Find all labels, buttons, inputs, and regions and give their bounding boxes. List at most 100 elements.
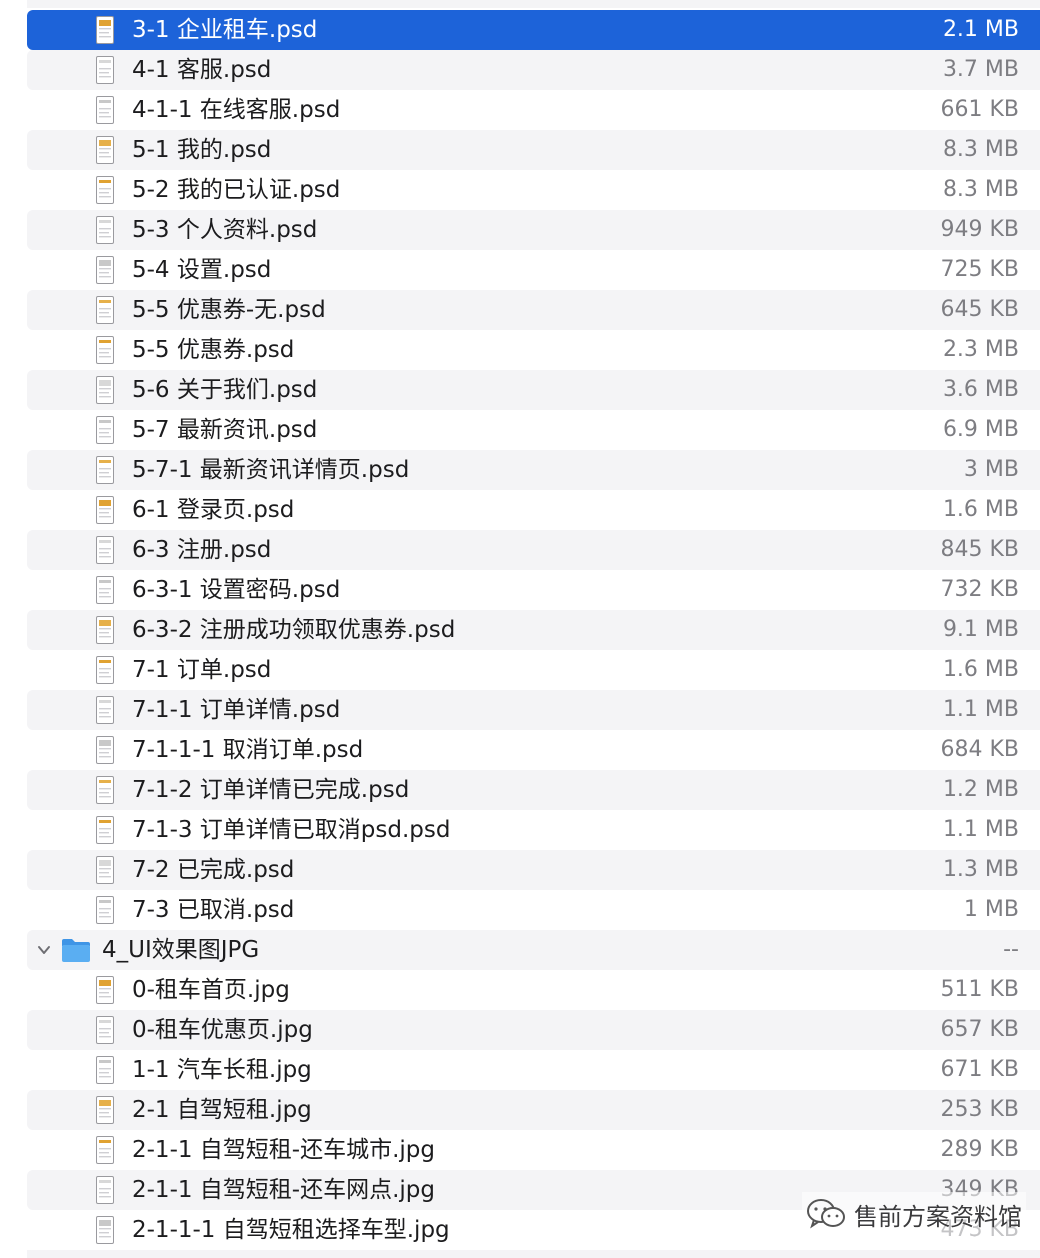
psd-file-icon	[96, 336, 114, 364]
file-name: 2-1-1 自驾短租-还车网点.jpg	[132, 1177, 436, 1203]
file-row[interactable]: 5-5 优惠券.psd 2.3 MB	[27, 330, 1040, 370]
file-size: 8.3 MB	[942, 177, 1019, 202]
file-name: 2-1 自驾短租.jpg	[132, 1097, 312, 1123]
jpg-file-icon	[96, 1216, 114, 1244]
file-size: 949 KB	[940, 217, 1019, 242]
psd-file-icon	[96, 296, 114, 324]
file-size: 1.1 MB	[942, 697, 1019, 722]
psd-file-icon	[96, 776, 114, 804]
jpg-file-icon	[96, 1176, 114, 1204]
file-name: 7-1-1-1 取消订单.psd	[132, 737, 364, 763]
row-edge	[27, 1250, 1040, 1258]
file-row[interactable]: 0-租车首页.jpg 511 KB	[27, 970, 1040, 1010]
file-row[interactable]: 6-3-2 注册成功领取优惠券.psd 9.1 MB	[27, 610, 1040, 650]
psd-file-icon	[96, 216, 114, 244]
file-row[interactable]: 5-7-1 最新资讯详情页.psd 3 MB	[27, 450, 1040, 490]
file-row[interactable]: 5-6 关于我们.psd 3.6 MB	[27, 370, 1040, 410]
file-row[interactable]: 7-1-1 订单详情.psd 1.1 MB	[27, 690, 1040, 730]
file-size: 2.3 MB	[942, 337, 1019, 362]
file-name: 6-3-2 注册成功领取优惠券.psd	[132, 617, 456, 643]
file-size: 725 KB	[940, 257, 1019, 282]
file-name: 2-1-1-1 自驾短租选择车型.jpg	[132, 1217, 450, 1243]
file-row[interactable]: 5-3 个人资料.psd 949 KB	[27, 210, 1040, 250]
file-name: 5-4 设置.psd	[132, 257, 272, 283]
psd-file-icon	[96, 656, 114, 684]
file-row[interactable]: 4-1 客服.psd 3.7 MB	[27, 50, 1040, 90]
watermark-text: 售前方案资料馆	[854, 1202, 1022, 1231]
folder-row[interactable]: 4_UI效果图JPG --	[27, 930, 1040, 970]
file-row[interactable]: 5-4 设置.psd 725 KB	[27, 250, 1040, 290]
file-row[interactable]: 0-租车优惠页.jpg 657 KB	[27, 1010, 1040, 1050]
file-row[interactable]: 2-1 自驾短租.jpg 253 KB	[27, 1090, 1040, 1130]
psd-file-icon	[96, 856, 114, 884]
watermark: 售前方案资料馆	[802, 1192, 1026, 1236]
file-row[interactable]: 4-1-1 在线客服.psd 661 KB	[27, 90, 1040, 130]
folder-icon	[62, 939, 90, 962]
file-name: 5-5 优惠券.psd	[132, 337, 295, 363]
file-row[interactable]: 7-1-2 订单详情已完成.psd 1.2 MB	[27, 770, 1040, 810]
psd-file-icon	[96, 16, 114, 44]
file-row[interactable]: 7-1 订单.psd 1.6 MB	[27, 650, 1040, 690]
jpg-file-icon	[96, 976, 114, 1004]
psd-file-icon	[96, 616, 114, 644]
file-name: 4-1 客服.psd	[132, 57, 272, 83]
psd-file-icon	[96, 536, 114, 564]
file-size: 845 KB	[940, 537, 1019, 562]
psd-file-icon	[96, 496, 114, 524]
file-row[interactable]: 3-1 企业租车.psd 2.1 MB	[27, 10, 1040, 50]
file-name: 5-3 个人资料.psd	[132, 217, 318, 243]
jpg-file-icon	[96, 1016, 114, 1044]
file-row[interactable]: 6-3-1 设置密码.psd 732 KB	[27, 570, 1040, 610]
file-size: 2.1 MB	[942, 17, 1019, 42]
file-size: 1.1 MB	[942, 817, 1019, 842]
file-name: 5-7 最新资讯.psd	[132, 417, 318, 443]
file-row[interactable]: 6-3 注册.psd 845 KB	[27, 530, 1040, 570]
file-size: 1.6 MB	[942, 497, 1019, 522]
chevron-down-icon[interactable]	[36, 942, 52, 958]
psd-file-icon	[96, 576, 114, 604]
file-size: 289 KB	[940, 1137, 1019, 1162]
psd-file-icon	[96, 56, 114, 84]
psd-file-icon	[96, 456, 114, 484]
file-row[interactable]: 7-1-3 订单详情已取消psd.psd 1.1 MB	[27, 810, 1040, 850]
file-row[interactable]: 5-5 优惠券-无.psd 645 KB	[27, 290, 1040, 330]
file-row[interactable]: 2-1-1 自驾短租-还车城市.jpg 289 KB	[27, 1130, 1040, 1170]
psd-file-icon	[96, 736, 114, 764]
psd-file-icon	[96, 256, 114, 284]
file-size: 1 MB	[963, 897, 1019, 922]
file-row[interactable]: 5-2 我的已认证.psd 8.3 MB	[27, 170, 1040, 210]
file-size: 8.3 MB	[942, 137, 1019, 162]
file-size: 253 KB	[940, 1097, 1019, 1122]
wechat-icon	[807, 1199, 845, 1229]
file-row[interactable]: 7-2 已完成.psd 1.3 MB	[27, 850, 1040, 890]
psd-file-icon	[96, 176, 114, 204]
file-row[interactable]: 7-3 已取消.psd 1 MB	[27, 890, 1040, 930]
file-row[interactable]: 5-7 最新资讯.psd 6.9 MB	[27, 410, 1040, 450]
file-row[interactable]: 1-1 汽车长租.jpg 671 KB	[27, 1050, 1040, 1090]
file-size: 3 MB	[963, 457, 1019, 482]
file-row[interactable]: 7-1-1-1 取消订单.psd 684 KB	[27, 730, 1040, 770]
file-size: 684 KB	[940, 737, 1019, 762]
psd-file-icon	[96, 816, 114, 844]
file-row[interactable]: 6-1 登录页.psd 1.6 MB	[27, 490, 1040, 530]
file-name: 7-2 已完成.psd	[132, 857, 295, 883]
file-list[interactable]: 3-1 企业租车.psd 2.1 MB 4-1 客服.psd 3.7 MB 4-1-1 …	[0, 0, 1040, 1258]
file-size: 671 KB	[940, 1057, 1019, 1082]
file-name: 0-租车首页.jpg	[132, 977, 290, 1003]
jpg-file-icon	[96, 1096, 114, 1124]
file-name: 7-1-2 订单详情已完成.psd	[132, 777, 410, 803]
file-name: 4_UI效果图JPG	[102, 937, 260, 963]
file-name: 7-1 订单.psd	[132, 657, 272, 683]
file-name: 7-1-1 订单详情.psd	[132, 697, 341, 723]
file-name: 5-6 关于我们.psd	[132, 377, 318, 403]
file-size: 732 KB	[940, 577, 1019, 602]
file-size: 1.6 MB	[942, 657, 1019, 682]
psd-file-icon	[96, 96, 114, 124]
file-name: 6-1 登录页.psd	[132, 497, 295, 523]
file-row[interactable]: 5-1 我的.psd 8.3 MB	[27, 130, 1040, 170]
psd-file-icon	[96, 136, 114, 164]
file-name: 2-1-1 自驾短租-还车城市.jpg	[132, 1137, 436, 1163]
file-size: 6.9 MB	[942, 417, 1019, 442]
file-name: 7-1-3 订单详情已取消psd.psd	[132, 817, 451, 843]
jpg-file-icon	[96, 1136, 114, 1164]
